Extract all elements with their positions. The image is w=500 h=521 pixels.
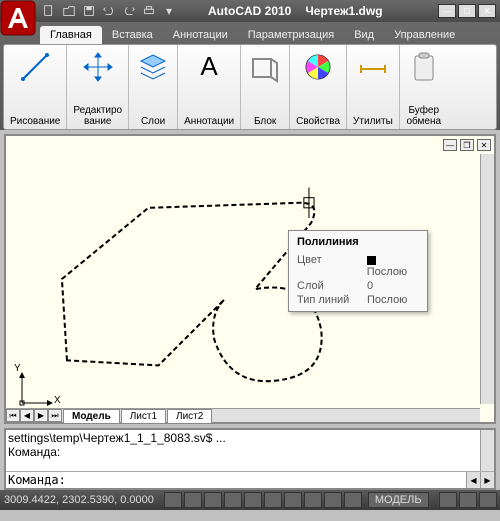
- panel-utilities[interactable]: Утилиты: [347, 45, 400, 129]
- tab-view[interactable]: Вид: [344, 26, 384, 44]
- osnap-toggle[interactable]: [244, 492, 262, 508]
- sheet-tab-model[interactable]: Модель: [63, 409, 120, 423]
- block-icon: [247, 49, 283, 85]
- ortho-toggle[interactable]: [204, 492, 222, 508]
- app-name: AutoCAD 2010: [208, 4, 291, 18]
- tooltip-title: Полилиния: [289, 231, 427, 253]
- ucs-icon: Y X: [14, 367, 58, 414]
- title-bar: ▾ AutoCAD 2010 Чертеж1.dwg — □ ✕: [0, 0, 500, 22]
- sheet-nav-prev[interactable]: ◀: [20, 409, 34, 422]
- line-icon: [17, 49, 53, 85]
- tab-parametric[interactable]: Параметризация: [238, 26, 344, 44]
- ducs-toggle[interactable]: [284, 492, 302, 508]
- model-sheet-bar: ⏮ ◀ ▶ ⏭ Модель Лист1 Лист2: [6, 408, 480, 422]
- tab-home[interactable]: Главная: [40, 26, 102, 44]
- dyn-toggle[interactable]: [304, 492, 322, 508]
- panel-draw[interactable]: Рисование: [4, 45, 67, 129]
- doc-name: Чертеж1.dwg: [305, 4, 382, 18]
- svg-text:A: A: [200, 51, 218, 81]
- panel-modify[interactable]: Редактиро вание: [67, 45, 129, 129]
- panel-clipboard[interactable]: Буфер обмена: [400, 45, 448, 129]
- minimize-button[interactable]: —: [438, 4, 456, 18]
- cmd-hscroll[interactable]: ◀ ▶: [466, 472, 494, 488]
- coordinates[interactable]: 3009.4422, 2302.5390, 0.0000: [4, 494, 154, 506]
- command-history[interactable]: settings\temp\Чертеж1_1_1_8083.sv$ ... К…: [6, 430, 494, 471]
- status-extra-3[interactable]: [479, 492, 497, 508]
- tab-manage[interactable]: Управление: [384, 26, 465, 44]
- panel-layers[interactable]: Слои: [129, 45, 178, 129]
- clipboard-icon: [406, 49, 442, 85]
- tab-insert[interactable]: Вставка: [102, 26, 163, 44]
- ribbon: Главная Вставка Аннотации Параметризация…: [0, 22, 500, 130]
- app-logo[interactable]: [0, 0, 36, 36]
- measure-icon: [355, 49, 391, 85]
- vertical-scrollbar[interactable]: [480, 154, 494, 404]
- qp-toggle[interactable]: [344, 492, 362, 508]
- undo-icon[interactable]: [100, 3, 118, 19]
- tab-annotate[interactable]: Аннотации: [163, 26, 238, 44]
- panel-block[interactable]: Блок: [241, 45, 290, 129]
- sheet-tab-2[interactable]: Лист2: [167, 409, 212, 423]
- lwt-toggle[interactable]: [324, 492, 342, 508]
- sheet-tab-1[interactable]: Лист1: [121, 409, 166, 423]
- new-icon[interactable]: [40, 3, 58, 19]
- ribbon-tabs: Главная Вставка Аннотации Параметризация…: [0, 22, 500, 44]
- print-icon[interactable]: [140, 3, 158, 19]
- qat-dropdown-icon[interactable]: ▾: [160, 3, 178, 19]
- text-icon: A: [191, 49, 227, 85]
- panel-properties[interactable]: Свойства: [290, 45, 347, 129]
- cmd-scrollbar[interactable]: [480, 430, 494, 471]
- drawing-viewport[interactable]: — ❐ ✕ Полилиния ЦветПослою Слой0 Тип лин…: [4, 134, 496, 424]
- quick-access-toolbar: ▾: [40, 3, 178, 19]
- color-swatch: [367, 256, 376, 265]
- ribbon-panels: Рисование Редактиро вание Слои A Аннотац…: [3, 44, 497, 130]
- color-wheel-icon: [300, 49, 336, 85]
- sheet-nav-first[interactable]: ⏮: [6, 409, 20, 422]
- sheet-nav-next[interactable]: ▶: [34, 409, 48, 422]
- model-space-button[interactable]: МОДЕЛЬ: [368, 492, 429, 508]
- grid-toggle[interactable]: [184, 492, 202, 508]
- redo-icon[interactable]: [120, 3, 138, 19]
- polar-toggle[interactable]: [224, 492, 242, 508]
- panel-annotation[interactable]: A Аннотации: [178, 45, 241, 129]
- command-window: settings\temp\Чертеж1_1_1_8083.sv$ ... К…: [4, 428, 496, 490]
- layers-icon: [135, 49, 171, 85]
- status-extra-1[interactable]: [439, 492, 457, 508]
- move-icon: [80, 49, 116, 85]
- close-button[interactable]: ✕: [478, 4, 496, 18]
- save-icon[interactable]: [80, 3, 98, 19]
- open-icon[interactable]: [60, 3, 78, 19]
- status-extra-2[interactable]: [459, 492, 477, 508]
- otrack-toggle[interactable]: [264, 492, 282, 508]
- status-bar: 3009.4422, 2302.5390, 0.0000 МОДЕЛЬ: [0, 490, 500, 510]
- sheet-nav-last[interactable]: ⏭: [48, 409, 62, 422]
- snap-toggle[interactable]: [164, 492, 182, 508]
- maximize-button[interactable]: □: [458, 4, 476, 18]
- command-input[interactable]: [6, 472, 466, 488]
- entity-tooltip: Полилиния ЦветПослою Слой0 Тип линийПосл…: [288, 230, 428, 312]
